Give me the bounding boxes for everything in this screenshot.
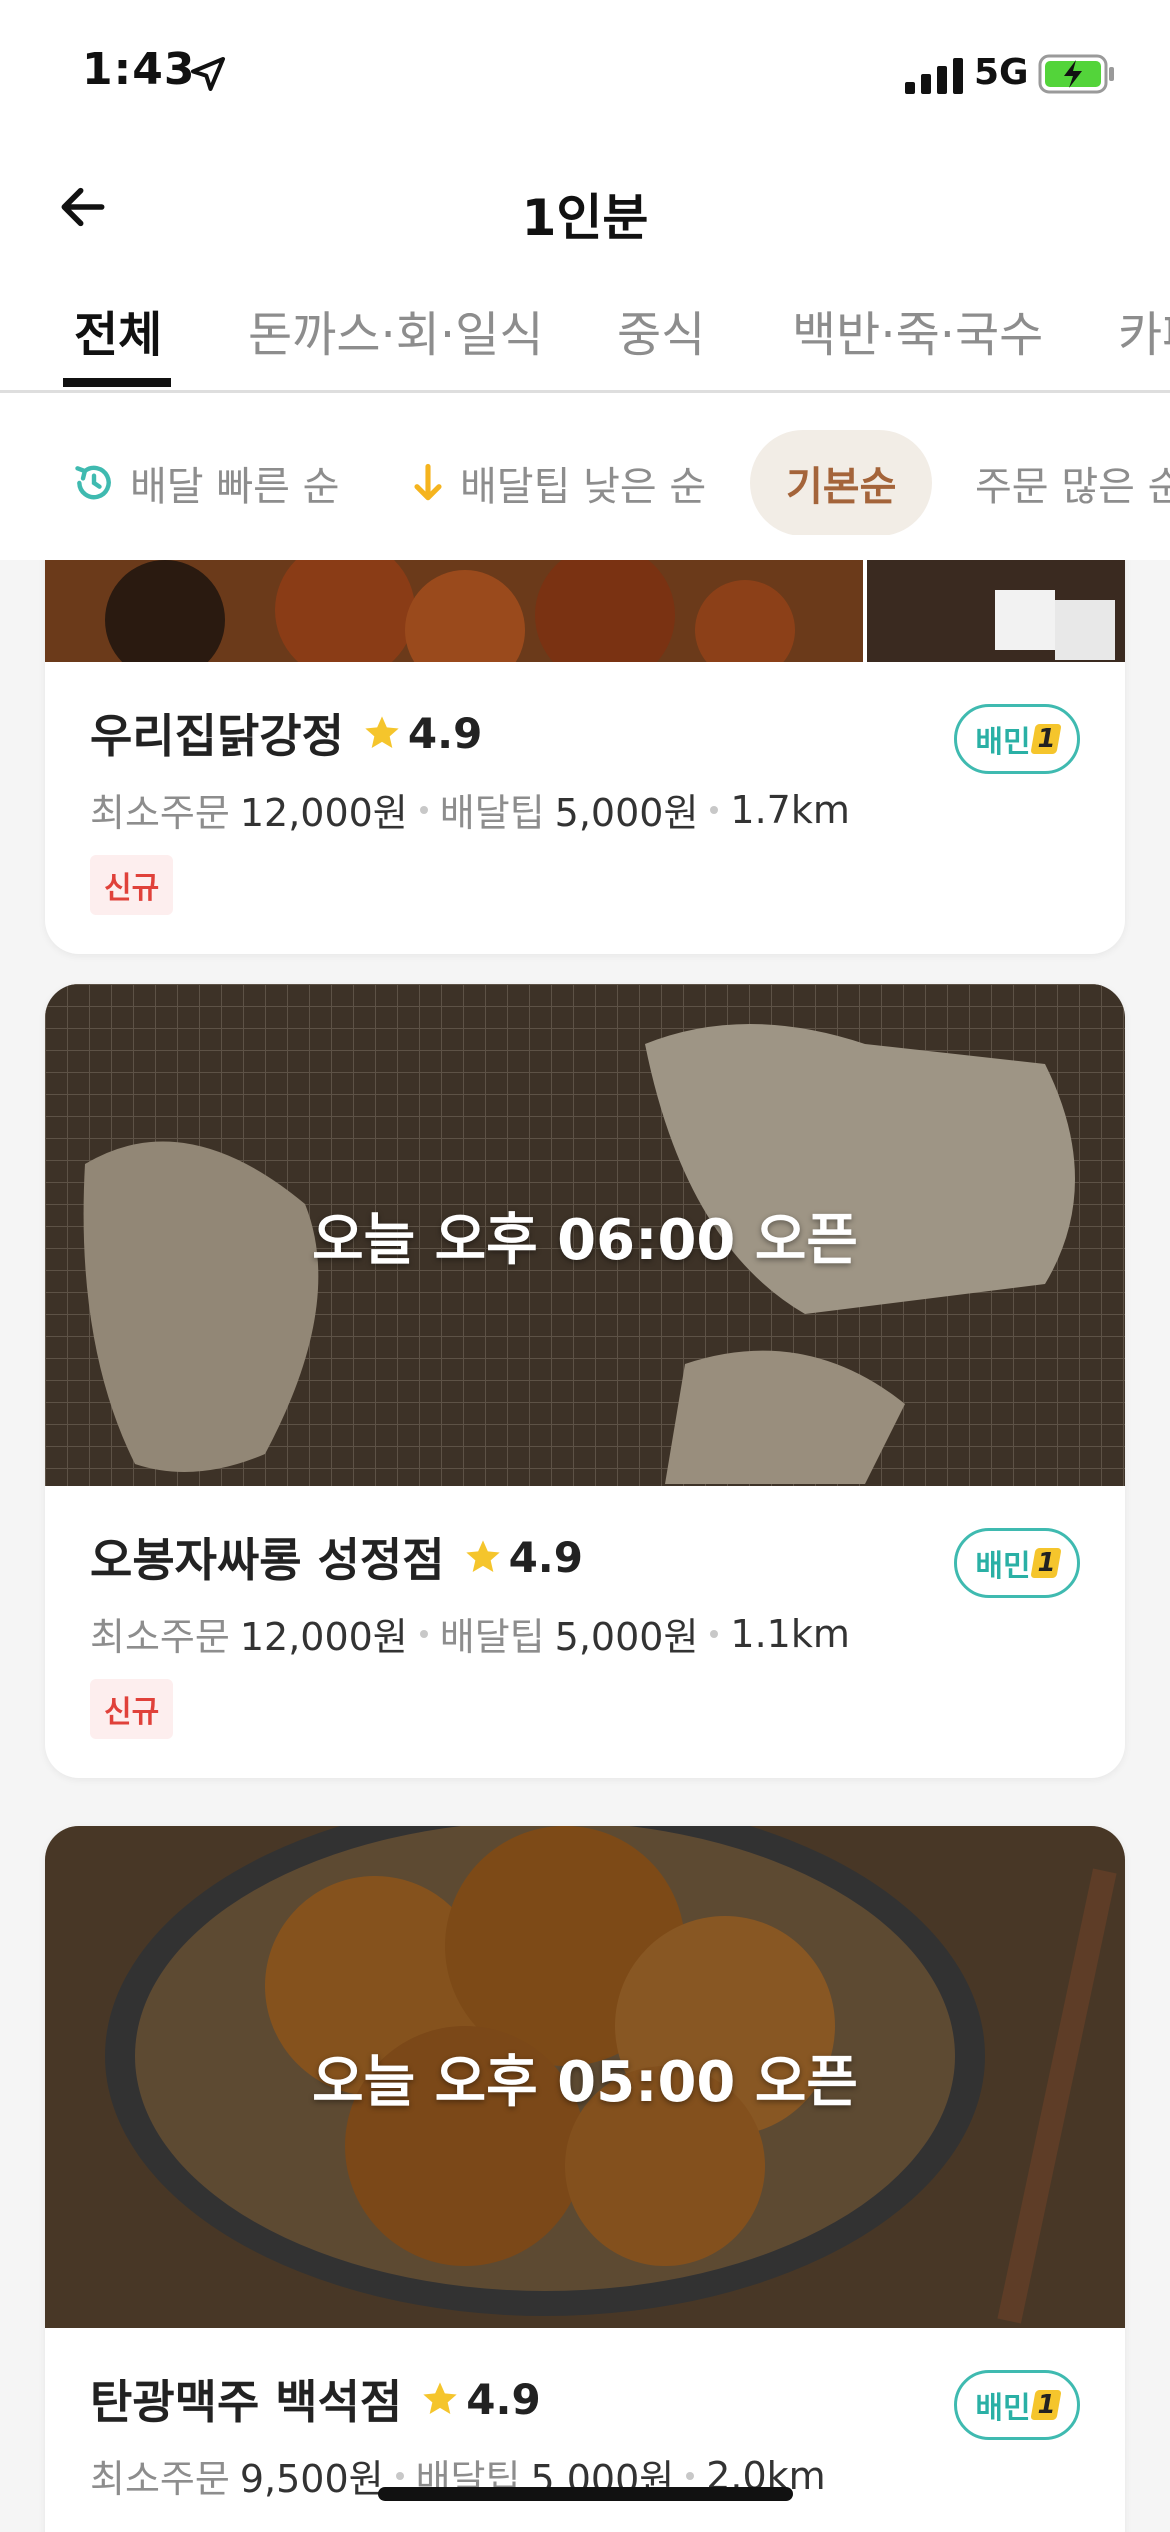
- open-time-notice: 오늘 오후 06:00 오픈: [45, 984, 1125, 1486]
- store-name: 우리집닭강정: [90, 709, 344, 763]
- network-label: 5G: [974, 52, 1029, 93]
- star-icon: [365, 716, 399, 748]
- food-photo-image: [45, 560, 1125, 662]
- page-title: 1인분: [521, 189, 649, 247]
- delivery-tip: 5,000원: [554, 791, 699, 835]
- signal-icon: [905, 58, 963, 94]
- star-icon: [465, 1540, 500, 1572]
- tab-chinese[interactable]: 중식: [617, 295, 705, 390]
- status-time: 1:43: [82, 44, 196, 95]
- min-order: 9,500원: [239, 2457, 384, 2501]
- sort-low-tip-label: 배달팁 낮은 순: [460, 464, 707, 510]
- sort-fast-delivery[interactable]: 배달 빠른 순: [72, 430, 339, 535]
- home-indicator: [378, 2487, 793, 2501]
- location-arrow-icon: [191, 57, 225, 91]
- min-order: 12,000원: [239, 791, 408, 835]
- baemin1-badge: 배민 1: [954, 704, 1080, 774]
- distance: 1.1km: [730, 1611, 850, 1656]
- star-icon: [423, 2382, 457, 2414]
- min-order: 12,000원: [239, 1615, 408, 1659]
- tab-japanese[interactable]: 돈까스·회·일식: [248, 295, 543, 390]
- store-photo: [45, 560, 1125, 662]
- store-card[interactable]: 오늘 오후 05:00 오픈 탄광맥주 백석점 4.9 배민 1 최소주문 9,5…: [45, 1826, 1125, 2532]
- store-photo: 오늘 오후 05:00 오픈: [45, 1826, 1125, 2328]
- store-card[interactable]: 우리집닭강정 4.9 배민 1 최소주문 12,000원 배달팁 5,000원 1…: [45, 560, 1125, 954]
- sort-low-tip[interactable]: 배달팁 낮은 순: [410, 430, 706, 535]
- sort-most-ordered[interactable]: 주문 많은 순: [975, 430, 1170, 535]
- store-card[interactable]: 오늘 오후 06:00 오픈 오봉자싸롱 성정점 4.9 배민 1 최소주문 12…: [45, 984, 1125, 1778]
- baemin1-badge: 배민 1: [954, 2370, 1080, 2440]
- store-rating: 4.9: [407, 708, 483, 758]
- category-tabs: 전체 돈까스·회·일식 중식 백반·죽·국수 카페: [0, 275, 1170, 393]
- active-tab-indicator: [63, 378, 171, 387]
- sort-fast-delivery-label: 배달 빠른 순: [130, 464, 340, 510]
- sort-default-label: 기본순: [786, 464, 897, 510]
- tab-korean-meals[interactable]: 백반·죽·국수: [792, 295, 1043, 390]
- store-name: 탄광맥주 백석점: [90, 2375, 403, 2429]
- battery-charging-icon: [1038, 54, 1114, 94]
- status-bar: 1:43 5G: [0, 0, 1170, 150]
- store-info: 오봉자싸롱 성정점 4.9 배민 1 최소주문 12,000원 배달팁 5,000…: [45, 1486, 1125, 1778]
- tab-cafe[interactable]: 카페: [1118, 295, 1170, 390]
- sort-default[interactable]: 기본순: [750, 430, 933, 535]
- baemin1-badge: 배민 1: [954, 1528, 1080, 1598]
- store-info: 탄광맥주 백석점 4.9 배민 1 최소주문 9,500원 배달팁 5,000원 …: [45, 2328, 1125, 2532]
- new-badge: 신규: [90, 855, 174, 915]
- new-badge: 신규: [90, 1679, 174, 1739]
- store-info: 우리집닭강정 4.9 배민 1 최소주문 12,000원 배달팁 5,000원 1…: [45, 662, 1125, 954]
- store-name: 오봉자싸롱 성정점: [90, 1533, 445, 1587]
- delivery-tip: 5,000원: [554, 1615, 699, 1659]
- nav-header: 1인분: [0, 150, 1170, 270]
- arrow-down-icon: [414, 463, 442, 501]
- store-meta: 최소주문 12,000원 배달팁 5,000원 1.7km: [90, 782, 1080, 837]
- distance: 1.7km: [730, 787, 850, 832]
- store-rating: 4.9: [508, 1532, 583, 1582]
- store-meta: 최소주문 12,000원 배달팁 5,000원 1.1km: [90, 1606, 1080, 1661]
- store-photo: 오늘 오후 06:00 오픈: [45, 984, 1125, 1486]
- open-time-notice: 오늘 오후 05:00 오픈: [45, 1826, 1125, 2328]
- clock-fast-icon: [75, 465, 111, 500]
- store-list: 우리집닭강정 4.9 배민 1 최소주문 12,000원 배달팁 5,000원 1…: [0, 560, 1170, 2532]
- store-rating: 4.9: [466, 2374, 541, 2424]
- sort-most-ordered-label: 주문 많은 순: [975, 464, 1170, 510]
- sort-bar: 배달 빠른 순 배달팁 낮은 순 기본순 주문 많은 순: [0, 420, 1170, 535]
